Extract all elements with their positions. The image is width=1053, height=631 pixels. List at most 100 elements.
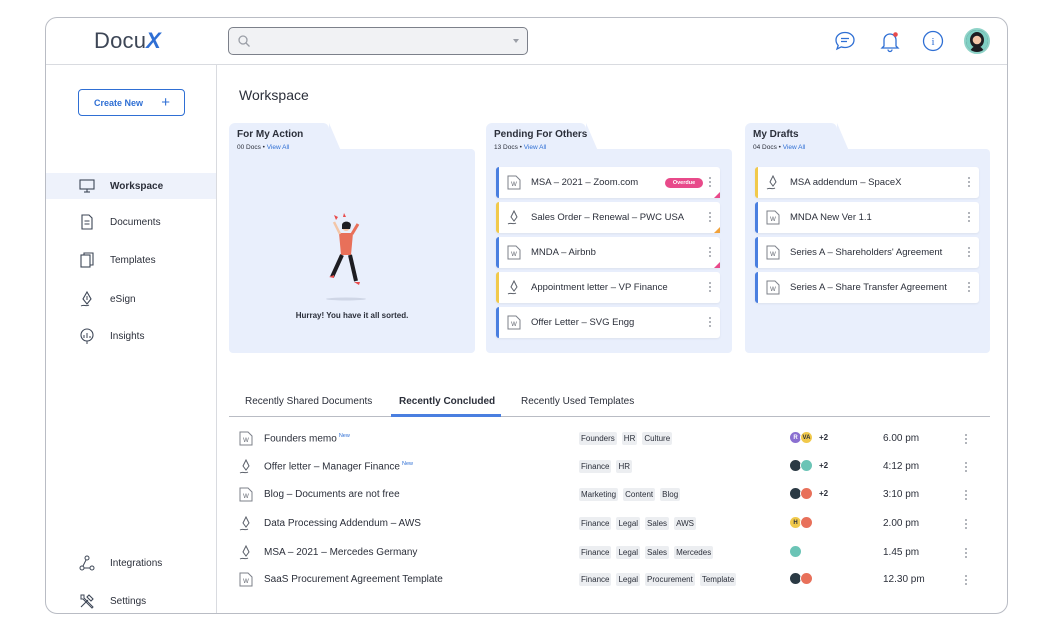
tab-recently-concluded[interactable]: Recently Concluded [399,396,495,407]
panel-count: 04 Docs • View All [753,144,806,151]
avatar[interactable] [964,28,990,54]
more-options-icon[interactable] [964,517,968,531]
doc-card[interactable]: W MNDA – Airbnb [496,237,720,268]
sidebar-item-insights[interactable]: Insights [46,323,216,349]
tag[interactable]: Template [699,573,737,586]
table-row[interactable]: W Founders memo New Founders HR Culture R… [229,426,990,453]
panel-pending-for-others: Pending For Others 13 Docs • View All W … [486,123,732,353]
doc-count: 04 Docs [753,144,777,151]
sidebar-item-documents[interactable]: Documents [46,209,216,235]
more-options-icon[interactable] [964,546,968,560]
tag[interactable]: Procurement [645,573,695,586]
tag[interactable]: Culture [642,432,673,445]
chevron-down-icon[interactable] [513,39,519,43]
more-avatars-count[interactable]: +2 [819,489,828,498]
more-options-icon[interactable] [964,488,968,502]
tab-recently-used-templates[interactable]: Recently Used Templates [521,396,634,407]
tag[interactable]: Sales [645,517,670,530]
search-icon [238,35,250,47]
more-options-icon[interactable] [967,280,971,294]
pen-icon [80,290,92,307]
status-corner [714,262,720,268]
avatar[interactable] [800,572,813,585]
tag[interactable]: HR [616,460,633,473]
sidebar-item-workspace[interactable]: Workspace [46,173,216,199]
doc-card[interactable]: W MNDA New Ver 1.1 [755,202,979,233]
more-options-icon[interactable] [967,175,971,189]
more-options-icon[interactable] [967,210,971,224]
doc-card[interactable]: Sales Order – Renewal – PWC USA [496,202,720,233]
view-all-link[interactable]: View All [524,144,547,151]
tag[interactable]: Finance [579,546,612,559]
bell-icon[interactable] [878,29,902,53]
sidebar-item-label: Templates [110,254,156,266]
view-all-link[interactable]: View All [267,144,290,151]
more-options-icon[interactable] [964,432,968,446]
more-avatars-count[interactable]: +2 [819,461,828,470]
tag[interactable]: Marketing [579,488,619,501]
search-input[interactable] [257,32,507,50]
sidebar-item-templates[interactable]: Templates [46,247,216,273]
more-options-icon[interactable] [964,460,968,474]
more-avatars-count[interactable]: +2 [819,433,828,442]
doc-card[interactable]: W Series A – Share Transfer Agreement [755,272,979,303]
tab-recently-shared[interactable]: Recently Shared Documents [245,396,372,407]
sidebar-item-settings[interactable]: Settings [46,588,216,613]
user-avatar-icon [966,30,988,52]
table-row[interactable]: Offer letter – Manager Finance New Financ… [229,454,990,481]
avatar[interactable] [789,545,802,558]
tag[interactable]: Founders [579,432,617,445]
avatar[interactable] [800,459,813,472]
doc-card-label: MSA – 2021 – Zoom.com [531,177,639,188]
tag[interactable]: Finance [579,460,612,473]
table-row[interactable]: MSA – 2021 – Mercedes Germany Finance Le… [229,540,990,567]
create-new-button[interactable]: Create New + [78,89,185,116]
tag[interactable]: Blog [660,488,681,501]
row-avatars: +2 [789,487,828,500]
word-document-icon: W [766,210,780,225]
doc-card[interactable]: MSA addendum – SpaceX [755,167,979,198]
table-row[interactable]: Data Processing Addendum – AWS Finance L… [229,511,990,538]
avatar[interactable] [800,487,813,500]
sidebar-item-esign[interactable]: eSign [46,286,216,312]
doc-card-label: Series A – Shareholders' Agreement [790,247,943,258]
top-bar: DocuX i [46,18,1007,65]
more-options-icon[interactable] [708,280,712,294]
more-options-icon[interactable] [708,210,712,224]
sidebar-item-integrations[interactable]: Integrations [46,550,216,576]
view-all-link[interactable]: View All [783,144,806,151]
avatar[interactable] [800,516,813,529]
logo[interactable]: DocuX [94,28,161,54]
doc-card[interactable]: Appointment letter – VP Finance [496,272,720,303]
more-options-icon[interactable] [967,245,971,259]
tag[interactable]: HR [621,432,638,445]
info-icon[interactable]: i [921,29,945,53]
search-box[interactable] [228,27,528,55]
word-document-icon: W [507,175,521,190]
more-options-icon[interactable] [708,245,712,259]
row-tags: Finance Legal Sales AWS [579,517,696,530]
tag[interactable]: Legal [616,546,641,559]
doc-card[interactable]: W Series A – Shareholders' Agreement [755,237,979,268]
table-row[interactable]: W Blog – Documents are not free Marketin… [229,482,990,509]
tag[interactable]: Legal [616,517,641,530]
row-time: 6.00 pm [883,433,920,444]
tag[interactable]: Mercedes [674,546,714,559]
tag[interactable]: Sales [645,546,670,559]
document-icon [81,214,93,230]
chat-icon[interactable] [833,29,857,53]
more-options-icon[interactable] [964,573,968,587]
tag[interactable]: Content [623,488,656,501]
svg-text:W: W [243,438,249,444]
more-options-icon[interactable] [708,175,712,189]
doc-card[interactable]: W Offer Letter – SVG Engg [496,307,720,338]
tag[interactable]: Finance [579,517,612,530]
more-options-icon[interactable] [708,315,712,329]
table-row[interactable]: W SaaS Procurement Agreement Template Fi… [229,567,990,594]
tag[interactable]: Finance [579,573,612,586]
sidebar-item-label: Insights [110,330,145,342]
tag[interactable]: AWS [674,517,696,530]
doc-card[interactable]: W MSA – 2021 – Zoom.com Overdue [496,167,720,198]
tag[interactable]: Legal [616,573,641,586]
avatar[interactable]: VA [800,431,813,444]
